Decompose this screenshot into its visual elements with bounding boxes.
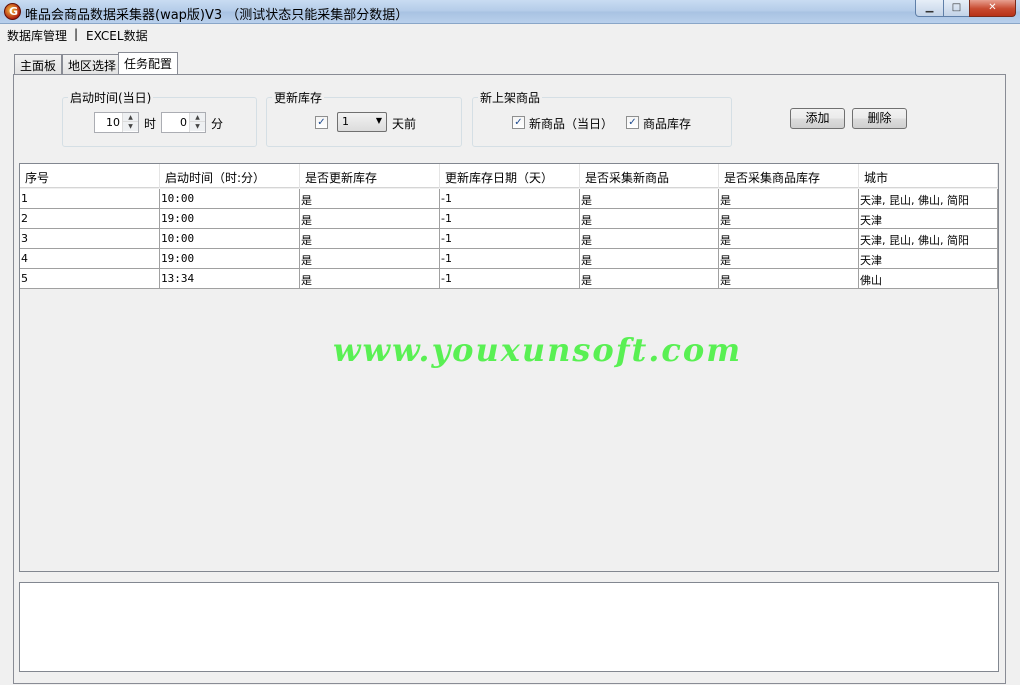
- hour-stepper[interactable]: 10 ▲ ▼: [94, 112, 139, 133]
- cell-collect-stock[interactable]: 是: [719, 249, 859, 269]
- cell-update-days[interactable]: -1: [440, 269, 580, 289]
- maximize-button[interactable]: □: [943, 0, 970, 17]
- update-stock-checkbox[interactable]: ✓: [315, 116, 328, 129]
- cell-index[interactable]: 1: [20, 189, 160, 209]
- cell-start-time[interactable]: 10:00: [160, 229, 300, 249]
- column-header-update-days[interactable]: 更新库存日期（天）: [440, 164, 580, 188]
- table-header: 序号 启动时间（时:分） 是否更新库存 更新库存日期（天） 是否采集新商品 是否…: [20, 164, 998, 188]
- start-time-title: 启动时间(当日): [68, 89, 154, 106]
- start-time-group: 启动时间(当日): [62, 89, 257, 147]
- cell-collect-stock[interactable]: 是: [719, 229, 859, 249]
- log-textarea[interactable]: [19, 582, 999, 672]
- cell-start-time[interactable]: 13:34: [160, 269, 300, 289]
- cell-city[interactable]: 天津, 昆山, 佛山, 简阳: [859, 229, 998, 249]
- hour-value: 10: [106, 116, 120, 129]
- cell-city[interactable]: 天津, 昆山, 佛山, 简阳: [859, 189, 998, 209]
- cell-index[interactable]: 2: [20, 209, 160, 229]
- cell-update-days[interactable]: -1: [440, 249, 580, 269]
- minimize-button[interactable]: ▁: [915, 0, 944, 17]
- cell-city[interactable]: 天津: [859, 209, 998, 229]
- cell-collect-stock[interactable]: 是: [719, 209, 859, 229]
- new-goods-checkbox[interactable]: ✓: [512, 116, 525, 129]
- cell-start-time[interactable]: 10:00: [160, 189, 300, 209]
- cell-update-stock[interactable]: 是: [300, 269, 440, 289]
- menu-separator: |: [74, 27, 79, 41]
- chevron-down-icon: ▼: [375, 116, 382, 125]
- tab-main-panel[interactable]: 主面板: [14, 54, 63, 74]
- cell-city[interactable]: 天津: [859, 249, 998, 269]
- task-table[interactable]: 序号 启动时间（时:分） 是否更新库存 更新库存日期（天） 是否采集新商品 是否…: [19, 163, 999, 572]
- goods-stock-checkbox[interactable]: ✓: [626, 116, 639, 129]
- cell-city[interactable]: 佛山: [859, 269, 998, 289]
- update-stock-title: 更新库存: [272, 89, 325, 106]
- cell-update-days[interactable]: -1: [440, 209, 580, 229]
- title-bar: G 唯品会商品数据采集器(wap版)V3 （测试状态只能采集部分数据） ▁ □ …: [0, 0, 1020, 24]
- minute-value: 0: [180, 116, 187, 129]
- delete-button[interactable]: 删除: [852, 108, 907, 129]
- close-button[interactable]: ✕: [969, 0, 1016, 17]
- new-goods-label: 新商品（当日）: [529, 117, 614, 131]
- add-button[interactable]: 添加: [790, 108, 845, 129]
- cell-update-stock[interactable]: 是: [300, 209, 440, 229]
- cell-update-days[interactable]: -1: [440, 229, 580, 249]
- cell-start-time[interactable]: 19:00: [160, 249, 300, 269]
- column-header-start-time[interactable]: 启动时间（时:分）: [160, 164, 300, 188]
- goods-stock-label: 商品库存: [643, 117, 692, 131]
- menu-excel[interactable]: EXCEL数据: [86, 27, 148, 44]
- cell-index[interactable]: 5: [20, 269, 160, 289]
- tab-task-config[interactable]: 任务配置: [118, 52, 179, 74]
- days-value: 1: [342, 115, 349, 128]
- column-header-index[interactable]: 序号: [20, 164, 160, 188]
- cell-collect-stock[interactable]: 是: [719, 269, 859, 289]
- minute-unit-label: 分: [211, 117, 224, 131]
- minute-up-icon[interactable]: ▲: [190, 113, 205, 122]
- table-row[interactable]: 1 10:00 是 -1 是是天津, 昆山, 佛山, 简阳: [20, 189, 998, 209]
- cell-update-stock[interactable]: 是: [300, 249, 440, 269]
- cell-collect-stock[interactable]: 是: [719, 189, 859, 209]
- cell-collect-new[interactable]: 是: [580, 269, 719, 289]
- table-row[interactable]: 5 13:34 是 -1 是是佛山: [20, 269, 998, 289]
- cell-update-days[interactable]: -1: [440, 189, 580, 209]
- column-header-city[interactable]: 城市: [859, 164, 998, 188]
- cell-collect-new[interactable]: 是: [580, 249, 719, 269]
- cell-collect-new[interactable]: 是: [580, 229, 719, 249]
- new-goods-title: 新上架商品: [478, 89, 543, 106]
- app-icon: G: [4, 3, 21, 20]
- minute-down-icon[interactable]: ▼: [190, 122, 205, 131]
- hour-down-icon[interactable]: ▼: [123, 122, 138, 131]
- column-header-update-stock[interactable]: 是否更新库存: [300, 164, 440, 188]
- menu-database[interactable]: 数据库管理: [7, 27, 67, 44]
- cell-index[interactable]: 3: [20, 229, 160, 249]
- cell-index[interactable]: 4: [20, 249, 160, 269]
- hour-unit-label: 时: [144, 117, 157, 131]
- menu-bar: 数据库管理 | EXCEL数据: [0, 24, 1020, 45]
- days-suffix-label: 天前: [392, 117, 417, 131]
- cell-update-stock[interactable]: 是: [300, 229, 440, 249]
- table-row[interactable]: 3 10:00 是 -1 是是天津, 昆山, 佛山, 简阳: [20, 229, 998, 249]
- hour-up-icon[interactable]: ▲: [123, 113, 138, 122]
- tab-region-select[interactable]: 地区选择: [62, 54, 123, 74]
- days-select[interactable]: 1 ▼: [337, 112, 387, 132]
- table-row[interactable]: 2 19:00 是 -1 是是天津: [20, 209, 998, 229]
- cell-start-time[interactable]: 19:00: [160, 209, 300, 229]
- column-header-collect-stock[interactable]: 是否采集商品库存: [719, 164, 859, 188]
- cell-update-stock[interactable]: 是: [300, 189, 440, 209]
- watermark-text: www.youxunsoft.com: [333, 331, 743, 369]
- window-title: 唯品会商品数据采集器(wap版)V3 （测试状态只能采集部分数据）: [25, 8, 409, 23]
- cell-collect-new[interactable]: 是: [580, 189, 719, 209]
- table-row[interactable]: 4 19:00 是 -1 是是天津: [20, 249, 998, 269]
- column-header-collect-new[interactable]: 是否采集新商品: [580, 164, 719, 188]
- cell-collect-new[interactable]: 是: [580, 209, 719, 229]
- minute-stepper[interactable]: 0 ▲ ▼: [161, 112, 206, 133]
